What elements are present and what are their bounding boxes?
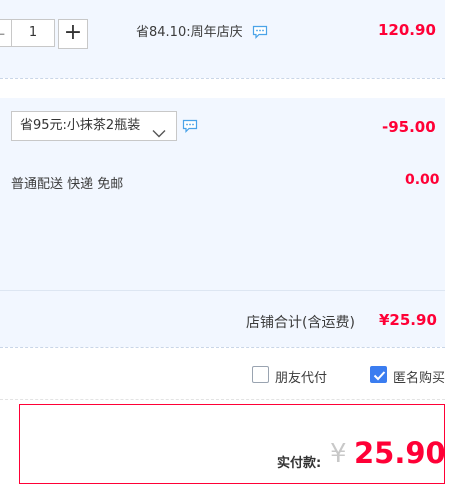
promo-select-value: 省95元:小抹茶2瓶装 (20, 118, 141, 133)
item-price: 120.90 (378, 21, 436, 39)
anonymous-checkbox[interactable] (370, 366, 387, 383)
divider (0, 78, 445, 79)
payment-currency: ¥ (330, 439, 347, 469)
quantity-decrease-button[interactable]: - (0, 19, 11, 47)
shipping-method: 普通配送 快递 免邮 (11, 177, 124, 192)
anonymous-label[interactable]: 匿名购买 (393, 367, 445, 386)
friend-pay-label[interactable]: 朋友代付 (275, 367, 327, 386)
divider (0, 399, 445, 400)
payment-label: 实付款: (277, 456, 322, 471)
quantity-input[interactable]: 1 (11, 19, 55, 47)
quantity-increase-button[interactable]: + (58, 19, 88, 49)
message-icon[interactable] (252, 25, 268, 39)
friend-pay-checkbox[interactable] (252, 366, 269, 383)
item-discount-text: 省84.10:周年店庆 (136, 25, 243, 40)
divider (0, 347, 445, 348)
shop-total-label: 店铺合计(含运费) (246, 315, 355, 331)
message-icon[interactable] (182, 119, 198, 133)
promo-select[interactable]: 省95元:小抹茶2瓶装 (11, 111, 177, 141)
payment-amount: 25.90 (354, 436, 446, 470)
shipping-amount: 0.00 (405, 172, 440, 188)
checkmark-icon (373, 371, 386, 381)
shop-total-value: ¥25.90 (379, 311, 437, 329)
chevron-down-icon (152, 121, 166, 149)
promo-amount: -95.00 (382, 118, 436, 136)
